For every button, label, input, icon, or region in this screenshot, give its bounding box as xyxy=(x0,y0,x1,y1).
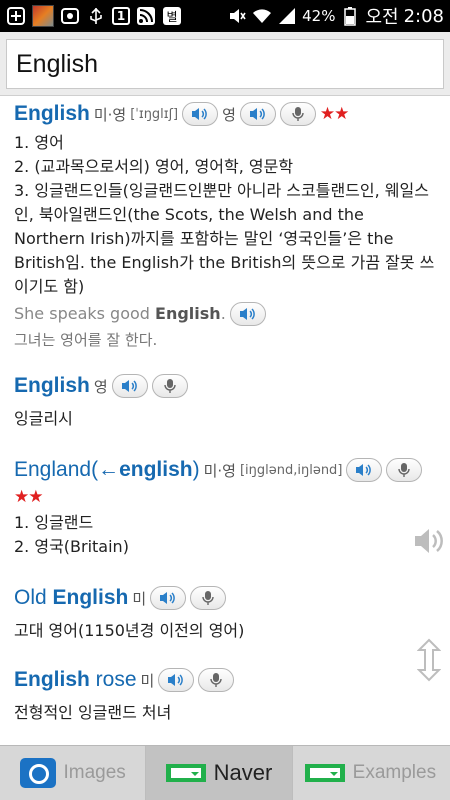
tab-images-label: Images xyxy=(63,762,126,783)
result-entry: English 영 잉글리시 xyxy=(14,369,436,431)
dictionary-app-icon: 별 xyxy=(162,6,182,26)
speaker-icon xyxy=(160,592,176,604)
entry-headword[interactable]: English xyxy=(14,374,90,398)
speaker-icon xyxy=(239,308,255,320)
importance-stars: ★★ xyxy=(319,104,350,124)
entry-header: Old English 미 xyxy=(14,581,436,615)
play-pronunciation-button[interactable] xyxy=(111,374,148,398)
app-thumbnail-icon xyxy=(32,5,54,27)
definition-line: 1. 영어 xyxy=(14,133,64,152)
result-entry: England(←english) 미·영 [iŋglənd,iŋlənd] ★… xyxy=(14,453,436,559)
entry-headword[interactable]: England(←english) xyxy=(14,458,200,482)
example-translation: 그녀는 영어를 잘 한다. xyxy=(14,331,158,349)
entry-headword[interactable]: Old English xyxy=(14,586,128,610)
usb-icon xyxy=(86,6,106,26)
play-pronunciation-button-uk[interactable] xyxy=(239,102,276,126)
definition-line: 전형적인 잉글랜드 처녀 xyxy=(14,703,172,722)
play-pronunciation-button[interactable] xyxy=(346,458,383,482)
sim-indicator: 1 xyxy=(112,7,130,25)
speaker-icon xyxy=(192,108,207,120)
bottom-tab-bar: Images Naver Examples xyxy=(0,745,450,800)
definition-line: 잉글리시 xyxy=(14,409,73,428)
microphone-icon xyxy=(398,463,411,477)
example-sentence: She speaks good English. xyxy=(14,299,436,329)
speaker-icon xyxy=(168,674,184,686)
result-entry: English 미·영 [ˈɪŋglɪʃ] 영 ★★ 1. 영어 2. (교과목… xyxy=(14,97,436,351)
entry-lang-secondary: 영 xyxy=(222,105,236,124)
record-pronunciation-button[interactable] xyxy=(386,458,423,482)
search-input[interactable]: English xyxy=(6,39,444,89)
entry-lang: 미·영 xyxy=(203,461,236,480)
entry-pronunciation: [ˈɪŋglɪʃ] xyxy=(130,106,179,122)
play-pronunciation-button[interactable] xyxy=(150,586,187,610)
importance-stars: ★★ xyxy=(14,487,43,507)
speaker-icon xyxy=(356,464,372,476)
naver-search-icon xyxy=(165,764,206,782)
record-pronunciation-button[interactable] xyxy=(151,374,188,398)
entry-pronunciation: [iŋglənd,iŋlənd] xyxy=(239,462,343,478)
rss-icon xyxy=(136,6,156,26)
example-text: She speaks good xyxy=(14,304,156,323)
result-entry: Old English 미 고대 영어(1150년경 이전의 영어) xyxy=(14,581,436,643)
microphone-icon xyxy=(210,673,223,687)
search-bar: English xyxy=(0,32,450,96)
microphone-icon xyxy=(163,379,176,393)
entry-lang: 미 xyxy=(132,589,147,608)
definition-line: 1. 잉글랜드 xyxy=(14,513,94,532)
battery-icon xyxy=(340,6,360,26)
record-pronunciation-button[interactable] xyxy=(279,102,316,126)
microphone-icon xyxy=(292,107,304,121)
play-pronunciation-button[interactable] xyxy=(158,668,195,692)
entry-header: English 미·영 [ˈɪŋglɪʃ] 영 ★★ xyxy=(14,97,436,131)
example-highlight: English xyxy=(155,304,221,323)
tab-naver[interactable]: Naver xyxy=(146,746,293,800)
result-entry: English rose 미 전형적인 잉글랜드 처녀 xyxy=(14,663,436,725)
entry-header: English rose 미 xyxy=(14,663,436,697)
entry-lang: 미 xyxy=(140,671,155,690)
play-example-button[interactable] xyxy=(229,302,266,326)
clock-time: 2:08 xyxy=(403,5,444,27)
entry-lang: 미·영 xyxy=(93,105,127,124)
definition-line: 고대 영어(1150년경 이전의 영어) xyxy=(14,621,245,640)
entry-headword[interactable]: English rose xyxy=(14,668,137,692)
results-list[interactable]: English 미·영 [ˈɪŋglɪʃ] 영 ★★ 1. 영어 2. (교과목… xyxy=(0,97,450,745)
definition-line: 2. (교과목으로서의) 영어, 영어학, 영문학 xyxy=(14,157,294,176)
tab-examples-label: Examples xyxy=(352,762,437,783)
microphone-icon xyxy=(202,591,214,605)
examples-search-icon xyxy=(304,764,345,782)
clock-ampm: 오전 xyxy=(365,7,399,28)
tab-naver-label: Naver xyxy=(213,760,273,785)
definition-line: 2. 영국(Britain) xyxy=(14,537,129,556)
entry-header: English 영 xyxy=(14,369,436,403)
camera-icon xyxy=(19,758,56,788)
record-pronunciation-button[interactable] xyxy=(190,586,227,610)
tab-images[interactable]: Images xyxy=(0,746,147,800)
record-pronunciation-button[interactable] xyxy=(198,668,235,692)
tab-examples[interactable]: Examples xyxy=(293,746,450,800)
mute-icon xyxy=(227,6,247,26)
tts-speaker-icon[interactable] xyxy=(413,527,443,555)
example-text-end: . xyxy=(220,304,226,323)
entry-headword[interactable]: English xyxy=(14,102,90,126)
screen-capture-icon xyxy=(60,6,80,26)
play-pronunciation-button[interactable] xyxy=(182,102,219,126)
status-bar: 1 별 42% 오전 2:08 xyxy=(0,0,450,32)
speaker-icon xyxy=(249,108,265,120)
resize-handle-icon[interactable] xyxy=(416,638,442,682)
add-icon xyxy=(6,6,26,26)
definition-line: 3. 잉글랜드인들(잉글랜드인뿐만 아니라 스코틀랜드인, 웨일스인, 북아일랜… xyxy=(14,181,435,296)
entry-lang: 영 xyxy=(93,377,108,396)
wifi-icon xyxy=(252,6,272,26)
speaker-icon xyxy=(121,380,137,392)
signal-icon xyxy=(277,6,297,26)
entry-header: England(←english) 미·영 [iŋglənd,iŋlənd] xyxy=(14,453,436,487)
svg-text:별: 별 xyxy=(166,10,177,24)
battery-percent: 42% xyxy=(302,7,336,25)
